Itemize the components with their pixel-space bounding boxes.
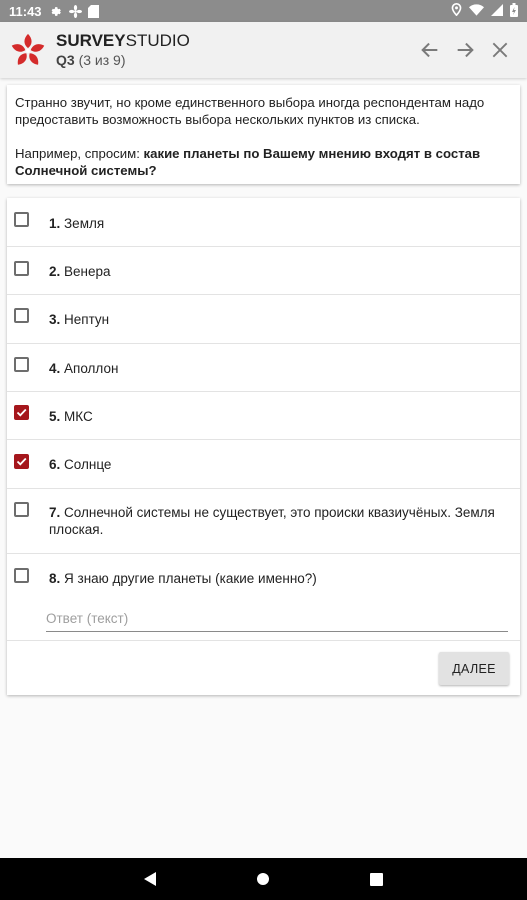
app-brand: SURVEYSTUDIO xyxy=(56,31,190,51)
option-checkbox-checked[interactable] xyxy=(14,454,29,469)
forward-button[interactable] xyxy=(447,33,482,68)
option-label: 8. Я знаю другие планеты (какие именно?) xyxy=(49,571,317,586)
signal-icon xyxy=(491,3,503,19)
survey-studio-logo-icon xyxy=(11,33,45,65)
wifi-icon xyxy=(469,3,484,19)
checkmark-icon xyxy=(16,408,27,417)
question-progress: Q3 (3 из 9) xyxy=(56,51,190,69)
option-label: 7. Солнечной системы не существует, это … xyxy=(49,505,495,537)
close-button[interactable] xyxy=(482,33,517,68)
option-6[interactable]: 6. Солнце xyxy=(7,440,520,489)
question-text: Например, спросим: какие планеты по Ваше… xyxy=(15,145,512,179)
brand-bold: SURVEY xyxy=(56,31,126,50)
settings-icon xyxy=(50,5,63,18)
option-label: 6. Солнце xyxy=(49,457,112,472)
sd-card-icon xyxy=(87,4,99,18)
arrow-back-icon xyxy=(420,42,437,58)
option-checkbox[interactable] xyxy=(14,502,29,517)
fan-icon xyxy=(68,4,82,18)
location-icon xyxy=(451,3,462,19)
question-counter: (3 из 9) xyxy=(78,52,126,68)
option-label: 1. Земля xyxy=(49,216,105,231)
nav-back-button[interactable] xyxy=(140,869,160,889)
option-checkbox[interactable] xyxy=(14,308,29,323)
option-2[interactable]: 2. Венера xyxy=(7,247,520,295)
checkmark-icon xyxy=(16,457,27,466)
nav-home-button[interactable] xyxy=(253,869,273,889)
question-prefix: Например, спросим: xyxy=(15,146,144,161)
arrow-forward-icon xyxy=(457,42,474,58)
other-answer-input[interactable] xyxy=(46,608,508,632)
nav-recents-button[interactable] xyxy=(366,869,386,889)
status-time: 11:43 xyxy=(9,3,42,19)
option-label: 4. Аполлон xyxy=(49,361,119,376)
option-7[interactable]: 7. Солнечной системы не существует, это … xyxy=(7,489,520,554)
question-card: Странно звучит, но кроме единственного в… xyxy=(7,85,520,184)
option-checkbox[interactable] xyxy=(14,212,29,227)
option-1[interactable]: 1. Земля xyxy=(7,198,520,247)
battery-icon xyxy=(510,2,518,20)
back-button[interactable] xyxy=(412,33,447,68)
nav-home-icon xyxy=(257,873,269,885)
option-checkbox[interactable] xyxy=(14,568,29,583)
option-label: 5. МКС xyxy=(49,409,93,424)
brand-light: STUDIO xyxy=(125,31,190,50)
app-bar: SURVEYSTUDIO Q3 (3 из 9) xyxy=(0,22,527,78)
option-label: 2. Венера xyxy=(49,264,111,279)
option-checkbox[interactable] xyxy=(14,261,29,276)
option-checkbox[interactable] xyxy=(14,357,29,372)
nav-recents-icon xyxy=(369,872,383,886)
close-icon xyxy=(492,42,507,58)
nav-back-icon xyxy=(144,872,156,886)
option-3[interactable]: 3. Нептун xyxy=(7,295,520,344)
status-bar: 11:43 xyxy=(0,0,527,22)
question-intro: Странно звучит, но кроме единственного в… xyxy=(15,95,485,127)
option-label: 3. Нептун xyxy=(49,312,110,327)
next-button[interactable]: ДАЛЕЕ xyxy=(439,652,509,685)
option-5[interactable]: 5. МКС xyxy=(7,392,520,440)
options-card: 1. Земля 2. Венера 3. Нептун 4. Аполлон … xyxy=(7,198,520,695)
question-code: Q3 xyxy=(56,52,75,68)
option-4[interactable]: 4. Аполлон xyxy=(7,344,520,392)
option-checkbox-checked[interactable] xyxy=(14,405,29,420)
system-nav-bar xyxy=(0,858,527,900)
